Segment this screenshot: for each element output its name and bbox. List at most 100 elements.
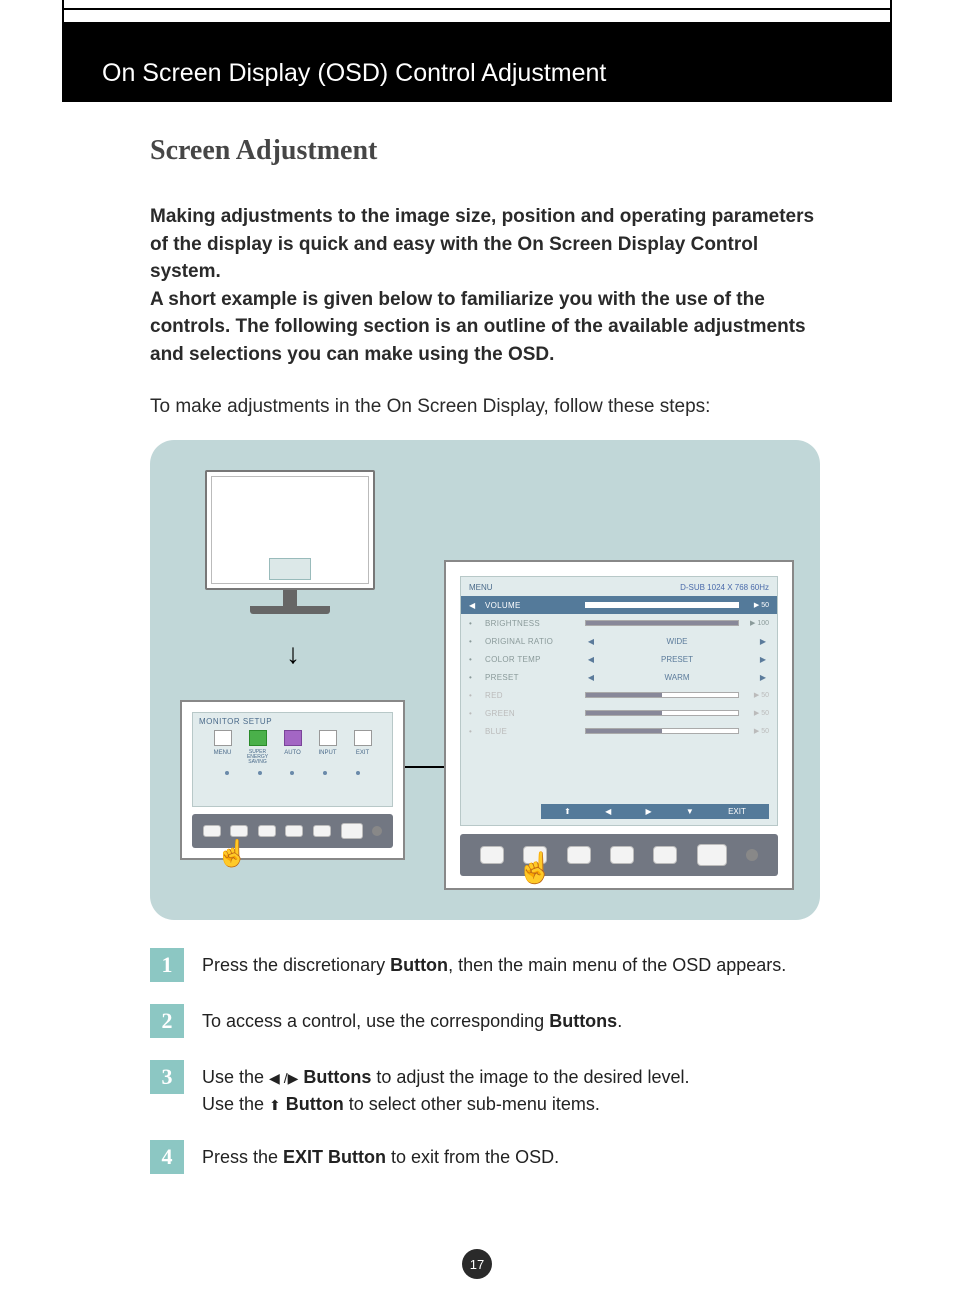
osd-signal-text: D-SUB 1024 X 768 60Hz (680, 583, 769, 592)
osd-row-icon: • (469, 691, 481, 700)
step-text: Press the discretionary Button, then the… (202, 948, 786, 982)
osd-row-value: ▶ 100 (743, 619, 769, 627)
setup-label: MENU (210, 750, 236, 765)
osd-row-label: GREEN (485, 709, 585, 718)
setup-label-row: MENU SUPER ENERGY SAVING AUTO INPUT EXIT (193, 750, 392, 765)
osd-row: •RED▶ 50 (461, 686, 777, 704)
osd-arrow-left-icon: ◀ (585, 637, 597, 646)
setup-icon-row (193, 728, 392, 746)
osd-arrow-right-icon: ▶ (757, 637, 769, 646)
left-right-arrows-icon: ◀ /▶ (269, 1070, 298, 1086)
osd-menu-inner: MENU D-SUB 1024 X 768 60Hz ◀VOLUME▶ 50•B… (460, 576, 778, 826)
arrow-down-icon: ↓ (286, 638, 300, 670)
osd-row-selection: WARM (597, 673, 757, 682)
setup-label: INPUT (315, 750, 341, 765)
osd-nav-right-icon: ▶ (645, 807, 651, 816)
monitor-button (313, 825, 331, 837)
osd-row-label: PRESET (485, 673, 585, 682)
osd-button (653, 846, 677, 864)
step-number: 2 (150, 1004, 184, 1038)
osd-row-icon: • (469, 709, 481, 718)
osd-nav-left-icon: ◀ (605, 807, 611, 816)
setup-label: AUTO (280, 750, 306, 765)
osd-rows-container: ◀ VOLUME ▶ 50 • BRIGHTNESS ▶ 100 • ORIGINAL RAT… (461, 596, 777, 740)
osd-row-value: ▶ 50 (743, 691, 769, 699)
monitor-button (230, 825, 248, 837)
setup-label: SUPER ENERGY SAVING (245, 750, 271, 765)
step-item: 4 Press the EXIT Button to exit from the… (150, 1140, 830, 1174)
monitor-button (203, 825, 221, 837)
setup-dot-row (193, 771, 392, 775)
osd-arrow-left-icon: ◀ (585, 673, 597, 682)
step-item: 1 Press the discretionary Button, then t… (150, 948, 830, 982)
osd-row-label: BRIGHTNESS (485, 619, 585, 628)
header-rule (62, 8, 892, 10)
osd-power-led (746, 849, 758, 861)
osd-nav-exit: EXIT (728, 807, 746, 816)
step-number: 1 (150, 948, 184, 982)
osd-slider-bar (585, 620, 739, 626)
illustration-panel: ↓ MONITOR SETUP MENU SUPER ENERGY SAVING… (150, 440, 820, 920)
osd-row-label: VOLUME (485, 601, 585, 610)
intro-paragraph-bold: Making adjustments to the image size, po… (150, 203, 830, 368)
osd-row-value: ▶ 50 (743, 727, 769, 735)
osd-row-label: ORIGINAL RATIO (485, 637, 585, 646)
osd-row-icon: • (469, 637, 481, 646)
page-frame-left (62, 0, 64, 24)
osd-row-value: ▶ 50 (743, 601, 769, 609)
monitor-setup-inner: MONITOR SETUP MENU SUPER ENERGY SAVING A… (192, 712, 393, 807)
osd-arrow-left-icon: ◀ (585, 655, 597, 664)
steps-list: 1 Press the discretionary Button, then t… (150, 948, 830, 1174)
setup-icon-auto (284, 730, 302, 746)
osd-button-bar (460, 834, 778, 876)
page-frame-right (890, 0, 892, 24)
osd-row-icon: • (469, 619, 481, 628)
monitor-button (285, 825, 303, 837)
osd-button (567, 846, 591, 864)
osd-row: • ORIGINAL RATIO◀WIDE▶ (461, 632, 777, 650)
osd-arrow-right-icon: ▶ (757, 655, 769, 664)
osd-slider-bar (585, 692, 739, 698)
osd-row-icon: • (469, 655, 481, 664)
step-number: 4 (150, 1140, 184, 1174)
monitor-setup-title: MONITOR SETUP (193, 713, 392, 728)
osd-row: •BLUE▶ 50 (461, 722, 777, 740)
osd-row-value: ▶ 50 (743, 709, 769, 717)
step-item: 3 Use the ◀ /▶ Buttons to adjust the ima… (150, 1060, 830, 1118)
osd-slider-bar (585, 728, 739, 734)
osd-row-icon: ◀ (469, 601, 481, 610)
monitor-setup-panel: MONITOR SETUP MENU SUPER ENERGY SAVING A… (180, 700, 405, 860)
setup-label: EXIT (350, 750, 376, 765)
osd-arrow-right-icon: ▶ (757, 673, 769, 682)
monitor-button (258, 825, 276, 837)
step-text: Press the EXIT Button to exit from the O… (202, 1140, 559, 1174)
osd-slider-bar (585, 602, 739, 608)
osd-row-icon: • (469, 727, 481, 736)
up-arrow-icon: ⬆ (269, 1097, 281, 1113)
monitor-screen (205, 470, 375, 590)
osd-row: •PRESET◀WARM▶ (461, 668, 777, 686)
setup-icon-input (319, 730, 337, 746)
osd-button (480, 846, 504, 864)
osd-menu-header: MENU D-SUB 1024 X 768 60Hz (461, 577, 777, 596)
setup-icon-energy (249, 730, 267, 746)
step-number: 3 (150, 1060, 184, 1094)
setup-icon-menu (214, 730, 232, 746)
step-text: Use the ◀ /▶ Buttons to adjust the image… (202, 1060, 690, 1118)
osd-button (697, 844, 727, 866)
osd-menu-label: MENU (469, 583, 493, 592)
pointer-hand-icon: ☝ (216, 838, 248, 869)
monitor-base (250, 606, 330, 614)
setup-icon-exit (354, 730, 372, 746)
mini-osd-icon (269, 558, 311, 580)
osd-button (610, 846, 634, 864)
page-number: 17 (462, 1249, 492, 1279)
osd-row-selection: PRESET (597, 655, 757, 664)
osd-row-label: COLOR TEMP (485, 655, 585, 664)
osd-nav-down-icon: ▼ (686, 807, 694, 816)
monitor-power-led (372, 826, 382, 836)
step-item: 2 To access a control, use the correspon… (150, 1004, 830, 1038)
monitor-stand (283, 590, 297, 606)
osd-row-selection: WIDE (597, 637, 757, 646)
page-content: Screen Adjustment Making adjustments to … (150, 135, 830, 1196)
